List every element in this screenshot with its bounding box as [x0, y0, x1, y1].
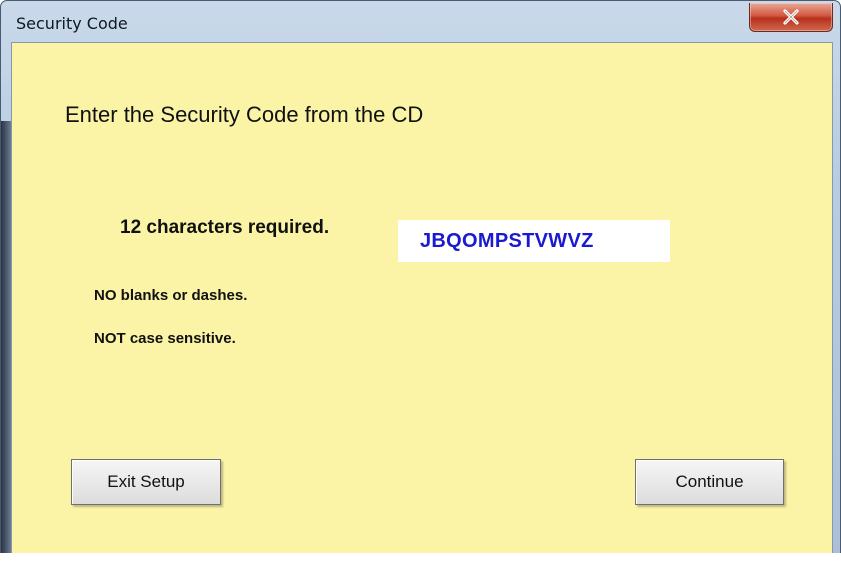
dialog-body: Enter the Security Code from the CD 12 c…: [11, 42, 833, 554]
hint-no-blanks: NO blanks or dashes.: [94, 287, 248, 304]
bottom-edge: [0, 553, 841, 565]
continue-button[interactable]: Continue: [635, 459, 784, 505]
hint-case-insensitive: NOT case sensitive.: [94, 330, 236, 347]
requirement-label: 12 characters required.: [120, 217, 330, 238]
title-bar[interactable]: Security Code: [2, 2, 839, 42]
security-code-input[interactable]: [398, 220, 670, 262]
security-code-window: Security Code Enter the Security Code fr…: [0, 0, 841, 565]
close-icon: [750, 3, 832, 31]
exit-setup-button[interactable]: Exit Setup: [71, 459, 221, 505]
window-frame: Security Code Enter the Security Code fr…: [0, 0, 841, 562]
close-button[interactable]: [749, 3, 833, 32]
window-title: Security Code: [16, 14, 128, 33]
dialog-heading: Enter the Security Code from the CD: [65, 102, 424, 127]
